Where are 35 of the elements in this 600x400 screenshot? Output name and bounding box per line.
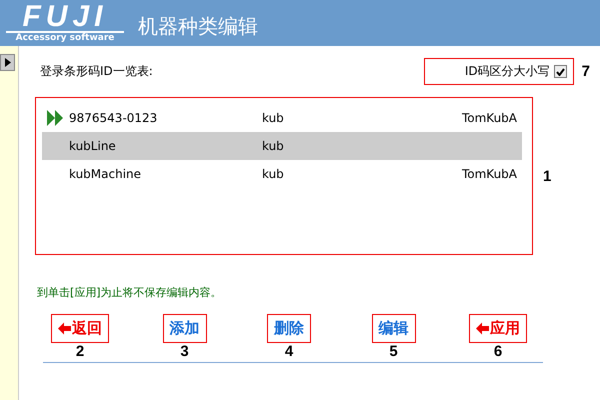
check-icon (556, 68, 565, 76)
list-row[interactable]: 9876543-0123 kub TomKubA (42, 104, 522, 132)
id-cell-text: 9876543-0123 (69, 111, 158, 125)
notice-text: 到单击[应用]为止将不保存编辑内容。 (37, 285, 223, 300)
case-sensitive-checkbox[interactable]: ID码区分大小写 (424, 58, 574, 85)
checkbox[interactable] (554, 65, 567, 78)
owner-cell-text: TomKubA (460, 167, 517, 181)
id-cell-text: kubLine (69, 139, 117, 153)
annotation-number: 6 (494, 343, 502, 360)
left-arrow-icon (476, 322, 489, 335)
action-button[interactable]: 编辑 (372, 314, 416, 343)
left-arrow-icon (58, 322, 71, 335)
type-cell-text: kub (262, 167, 285, 181)
owner-cell-text: TomKubA (460, 111, 517, 125)
page-title: 机器种类编辑 (138, 13, 258, 40)
list-label: 登录条形码ID一览表: (40, 63, 153, 80)
annotation-number: 2 (76, 343, 84, 360)
annotation-number: 7 (582, 63, 590, 80)
id-cell-text: kubMachine (69, 167, 142, 181)
action-button[interactable]: 添加 (162, 314, 206, 343)
list-row[interactable]: kubLine kub (42, 132, 522, 160)
annotation-number: 3 (180, 343, 189, 360)
action-button[interactable]: 返回 (51, 314, 109, 343)
type-cell-text: kub (262, 111, 285, 125)
logo-subtitle: Accessory software (16, 33, 114, 44)
action-button[interactable]: 应用 (469, 314, 527, 343)
annotation-number: 5 (389, 343, 398, 360)
logo: FUJI (6, 3, 124, 33)
annotation-number: 1 (543, 168, 552, 184)
expand-button[interactable] (0, 54, 15, 71)
annotation-number: 4 (284, 343, 294, 360)
list-row[interactable]: kubMachine kub TomKubA (42, 160, 522, 188)
type-cell-text: kub (262, 139, 285, 153)
play-icon (4, 58, 10, 67)
action-button[interactable]: 删除 (267, 314, 311, 343)
